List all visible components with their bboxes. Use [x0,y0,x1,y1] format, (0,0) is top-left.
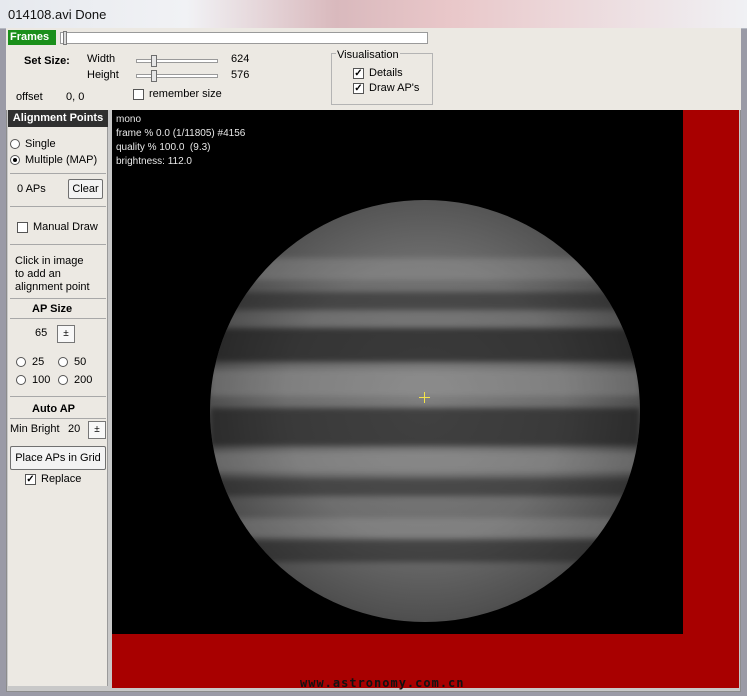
auto-ap-title: Auto AP [32,403,75,415]
aps-count: 0 APs [17,183,46,195]
band [210,478,640,496]
ap-size-value: 65 [35,327,48,339]
draw-aps-label: Draw AP's [369,82,420,94]
band [210,518,640,538]
alignment-points-title: Alignment Points [8,110,108,127]
window-title: 014108.avi Done [8,7,107,22]
draw-aps-checkbox[interactable]: ✓ [353,83,364,94]
divider [10,298,106,299]
min-bright-value: 20 [68,423,81,435]
min-bright-spinner-icon[interactable]: ± [88,421,106,439]
divider [10,318,106,319]
single-label: Single [25,138,56,150]
info-frame: frame % 0.0 (1/11805) #4156 [116,128,246,139]
size-100-radio[interactable] [16,375,26,385]
multiple-radio[interactable] [10,155,20,165]
band [210,292,640,310]
manual-draw-checkbox[interactable] [17,222,28,233]
offset-label: offset [16,91,43,103]
frames-slider-track[interactable] [60,32,428,44]
height-slider-thumb[interactable] [151,70,157,82]
frames-slider-thumb[interactable] [63,31,67,45]
image-view[interactable] [112,110,683,634]
visualisation-label: Visualisation [336,49,400,61]
single-radio[interactable] [10,139,20,149]
band [210,328,640,362]
ap-size-spinner-icon[interactable]: ± [57,325,75,343]
multiple-label: Multiple (MAP) [25,154,98,166]
ap-size-title: AP Size [32,303,73,315]
size-200-label: 200 [74,374,93,386]
info-mono: mono [116,114,142,125]
divider [10,244,106,245]
info-brightness: brightness: 112.0 [116,156,192,167]
hint-text-1: Click in image [15,255,84,267]
divider [10,173,106,174]
watermark: www.astronomy.com.cn [300,676,465,690]
band [210,452,640,472]
size-25-radio[interactable] [16,357,26,367]
manual-draw-label: Manual Draw [33,221,98,233]
height-slider-track[interactable] [136,74,218,78]
title-bar: 014108.avi Done [0,0,747,29]
size-50-label: 50 [74,356,87,368]
offset-value: 0, 0 [66,91,85,103]
divider [10,206,106,207]
width-value: 624 [231,53,250,65]
size-200-radio[interactable] [58,375,68,385]
size-50-radio[interactable] [58,357,68,367]
clear-button[interactable]: Clear [68,179,103,199]
width-label: Width [87,53,116,65]
height-value: 576 [231,69,250,81]
crosshair-icon [419,392,430,403]
size-100-label: 100 [32,374,51,386]
replace-checkbox[interactable]: ✓ [25,474,36,485]
remember-size-label: remember size [149,88,222,100]
size-25-label: 25 [32,356,45,368]
hint-text-2: to add an [15,268,61,280]
set-size-label: Set Size: [24,55,70,67]
details-checkbox[interactable]: ✓ [353,68,364,79]
height-label: Height [87,69,119,81]
band [210,408,640,446]
place-aps-grid-button[interactable]: Place APs in Grid [10,446,106,470]
width-slider-thumb[interactable] [151,55,157,67]
details-label: Details [369,67,403,79]
width-slider-track[interactable] [136,59,218,63]
jupiter-image [210,200,640,622]
info-quality: quality % 100.0 (9.3) [116,142,211,153]
replace-label: Replace [41,473,82,485]
band [210,540,640,562]
band [210,258,640,280]
divider [10,396,106,397]
min-bright-label: Min Bright [10,423,60,435]
divider [10,418,106,419]
hint-text-3: alignment point [15,281,90,293]
remember-size-checkbox[interactable] [133,89,144,100]
frames-label: Frames [8,30,56,45]
